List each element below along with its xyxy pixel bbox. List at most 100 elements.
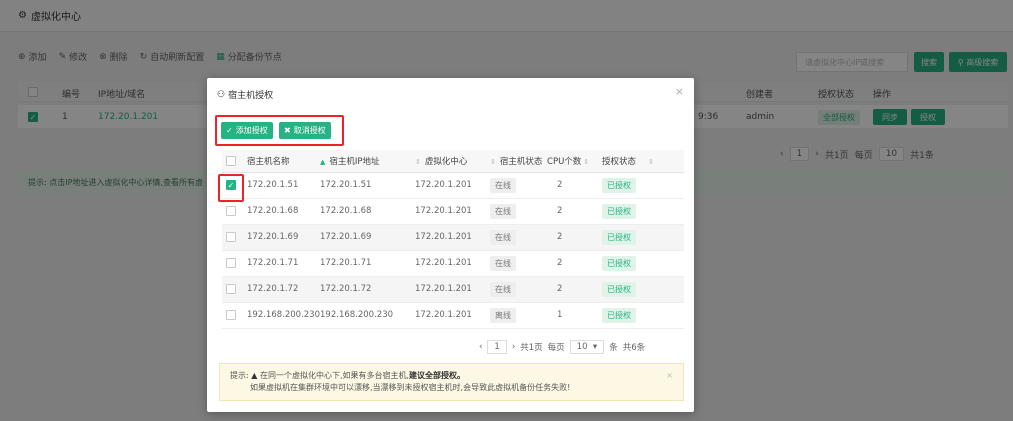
host-center: 172.20.1.201 [415, 224, 491, 251]
status-badge: 离线 [490, 307, 517, 323]
host-center: 172.20.1.201 [415, 302, 491, 329]
row-select [222, 250, 247, 277]
host-status: 在线 [490, 198, 548, 225]
host-status: 在线 [490, 276, 548, 303]
th-auth-label: 授权状态 [602, 156, 637, 167]
host-status: 在线 [490, 224, 548, 251]
host-status: 离线 [490, 302, 548, 329]
host-center: 172.20.1.201 [415, 276, 491, 303]
warning-tip: 提示: ▲ 在同一个虚拟化中心下,如果有多台宿主机,建议全部授权。 如果虚拟机在… [219, 363, 684, 401]
th-cpu[interactable]: CPU个数 ⇕ [547, 150, 603, 173]
warning-icon: ▲ [251, 371, 258, 380]
host-auth: 已授权 [602, 198, 684, 225]
next-page-icon[interactable]: › [512, 342, 515, 352]
close-icon[interactable]: × [675, 85, 684, 98]
modal-title: 宿主机授权 [228, 91, 274, 101]
total-pages: 共1页 [520, 343, 543, 353]
row-checkbox[interactable] [226, 283, 236, 294]
tip-close-icon[interactable]: × [666, 370, 673, 382]
th-auth[interactable]: 授权状态 ⇕ [602, 150, 684, 173]
th-name-label: 宿主机名称 [247, 156, 290, 167]
status-badge: 在线 [490, 203, 517, 219]
row-checkbox[interactable] [226, 205, 236, 216]
page-number[interactable]: 1 [487, 340, 507, 354]
select-all-checkbox[interactable] [226, 155, 236, 166]
host-ip: 172.20.1.68 [320, 198, 416, 225]
auth-badge: 已授权 [602, 307, 637, 323]
th-ip[interactable]: ▲ 宿主机IP地址 [320, 150, 416, 173]
tip-label: 提示: [230, 371, 249, 380]
host-table: 宿主机名称 ▲ 宿主机IP地址 ⇕ 虚拟化中心 ⇕ 宿主机状态 CPU个数 ⇕ 授权状态… [222, 150, 684, 329]
host-name: 192.168.200.230 [247, 302, 321, 329]
x-icon: ✖ [284, 126, 291, 135]
host-status: 在线 [490, 172, 548, 199]
host-name: 172.20.1.71 [247, 250, 321, 277]
table-row[interactable]: 172.20.1.68 172.20.1.68 172.20.1.201 在线 … [222, 198, 684, 225]
status-badge: 在线 [490, 177, 517, 193]
auth-badge: 已授权 [602, 281, 637, 297]
modal-header: ⚇ 宿主机授权 [217, 88, 274, 102]
row-checkbox[interactable] [226, 231, 236, 242]
chevron-down-icon: ▾ [592, 342, 598, 352]
row-checkbox[interactable] [226, 257, 236, 268]
status-badge: 在线 [490, 255, 517, 271]
sort-icon: ⇕ [415, 157, 421, 166]
sort-icon: ⇕ [583, 157, 590, 166]
table-row[interactable]: 172.20.1.72 172.20.1.72 172.20.1.201 在线 … [222, 276, 684, 303]
host-ip: 192.168.200.230 [320, 302, 416, 329]
table-row[interactable]: 172.20.1.71 172.20.1.71 172.20.1.201 在线 … [222, 250, 684, 277]
add-auth-button[interactable]: ✓ 添加授权 [221, 122, 273, 139]
tip-line-1: 提示: ▲ 在同一个虚拟化中心下,如果有多台宿主机,建议全部授权。 [230, 370, 673, 382]
per-page-select[interactable]: 10 ▾ [569, 340, 605, 354]
host-name: 172.20.1.68 [247, 198, 321, 225]
host-cpu: 1 [547, 302, 603, 329]
auth-badge: 已授权 [602, 255, 637, 271]
tip-bold: 建议全部授权。 [409, 371, 466, 380]
host-table-header: 宿主机名称 ▲ 宿主机IP地址 ⇕ 虚拟化中心 ⇕ 宿主机状态 CPU个数 ⇕ 授权状态… [222, 150, 684, 173]
per-page-suffix: 条 [609, 343, 618, 353]
host-ip: 172.20.1.51 [320, 172, 416, 199]
tip-text-1: 在同一个虚拟化中心下,如果有多台宿主机, [259, 371, 410, 380]
auth-badge: 已授权 [602, 203, 637, 219]
host-auth: 已授权 [602, 276, 684, 303]
th-cpu-label: CPU个数 [547, 156, 582, 167]
th-ip-label: 宿主机IP地址 [329, 156, 380, 167]
cancel-auth-button[interactable]: ✖ 取消授权 [279, 122, 331, 139]
auth-badge: 已授权 [602, 229, 637, 245]
host-ip: 172.20.1.69 [320, 224, 416, 251]
row-select [222, 302, 247, 329]
per-page-label: 每页 [547, 343, 565, 353]
host-auth: 已授权 [602, 172, 684, 199]
user-icon: ⚇ [217, 89, 226, 100]
sort-icon: ⇕ [648, 157, 654, 166]
host-status: 在线 [490, 250, 548, 277]
th-status[interactable]: ⇕ 宿主机状态 [490, 150, 548, 173]
host-center: 172.20.1.201 [415, 250, 491, 277]
host-auth-modal: ⚇ 宿主机授权 × ✓ 添加授权 ✖ 取消授权 宿主机名称 ▲ 宿主机IP地址 ⇕ 虚拟… [207, 78, 694, 412]
host-auth: 已授权 [602, 302, 684, 329]
modal-pagination: ‹ 1 › 共1页 每页 10 ▾ 条 共6条 [479, 340, 645, 354]
host-cpu: 2 [547, 198, 603, 225]
th-center[interactable]: ⇕ 虚拟化中心 [415, 150, 491, 173]
row-select [222, 224, 247, 251]
row-select [222, 276, 247, 303]
host-name: 172.20.1.69 [247, 224, 321, 251]
table-row[interactable]: 192.168.200.230 192.168.200.230 172.20.1… [222, 302, 684, 329]
row-checkbox[interactable] [226, 309, 236, 320]
cancel-auth-label: 取消授权 [293, 126, 326, 135]
host-auth: 已授权 [602, 250, 684, 277]
host-center: 172.20.1.201 [415, 198, 491, 225]
tip-line-2: 如果虚拟机在集群环境中可以漂移,当漂移到未授权宿主机时,会导致此虚拟机备份任务失… [250, 383, 571, 392]
table-row[interactable]: 172.20.1.69 172.20.1.69 172.20.1.201 在线 … [222, 224, 684, 251]
per-page-value: 10 [576, 342, 588, 352]
host-center: 172.20.1.201 [415, 172, 491, 199]
host-cpu: 2 [547, 276, 603, 303]
auth-badge: 已授权 [602, 177, 637, 193]
th-name[interactable]: 宿主机名称 [247, 150, 321, 173]
prev-page-icon[interactable]: ‹ [479, 342, 482, 352]
host-cpu: 2 [547, 172, 603, 199]
host-ip: 172.20.1.71 [320, 250, 416, 277]
table-row[interactable]: ✓ 172.20.1.51 172.20.1.51 172.20.1.201 在… [222, 172, 684, 199]
host-name: 172.20.1.72 [247, 276, 321, 303]
status-badge: 在线 [490, 281, 517, 297]
